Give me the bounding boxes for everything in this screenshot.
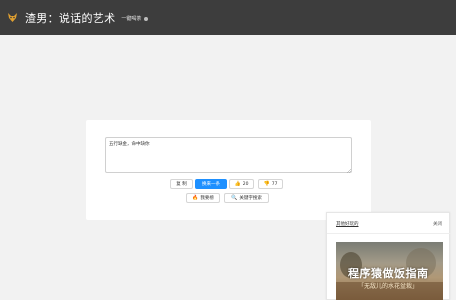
like-count: 20 — [242, 181, 249, 187]
resize-handle-icon[interactable] — [346, 168, 351, 173]
book-title: 程序猿做饭指南 — [348, 267, 429, 280]
hot-ranking-button[interactable]: 🔥 我要榜 — [186, 193, 220, 203]
popup-divider — [327, 233, 451, 234]
main-card: 五行缺金，命中缺你 复 制 换来一条 👍 20 👎 77 🔥 我要榜 🔍 关键字… — [86, 120, 371, 220]
copy-button[interactable]: 复 制 — [170, 179, 193, 189]
sentence-textarea[interactable]: 五行缺金，命中缺你 — [105, 137, 352, 173]
promo-popup: 其他好玩的 关闭 程序猿做饭指南 「无敌儿的水花盆栽」 — [326, 212, 451, 300]
thumbs-up-icon: 👍 — [234, 180, 241, 187]
header-bar: 渣男：说话的艺术 一键喝茶 — [0, 0, 456, 35]
info-icon[interactable] — [144, 16, 149, 21]
like-button[interactable]: 👍 20 — [229, 179, 254, 189]
book-subtitle: 「无敌儿的水花盆栽」 — [358, 283, 419, 290]
popup-title-link[interactable]: 其他好玩的 — [336, 221, 359, 227]
next-button-label: 换来一条 — [202, 182, 220, 187]
book-cover-image[interactable]: 程序猿做饭指南 「无敌儿的水花盆栽」 — [336, 242, 443, 300]
thumbs-down-icon: 👎 — [263, 180, 270, 187]
hot-button-label: 我要榜 — [200, 196, 214, 201]
copy-button-label: 复 制 — [176, 182, 187, 187]
next-sentence-button[interactable]: 换来一条 — [195, 179, 227, 189]
dislike-button[interactable]: 👎 77 — [258, 179, 283, 189]
fox-icon[interactable] — [5, 11, 19, 25]
fire-icon: 🔥 — [192, 194, 199, 201]
header-subtitle-link[interactable]: 一键喝茶 — [121, 15, 141, 22]
search-icon: 🔍 — [231, 194, 238, 201]
dislike-count: 77 — [271, 181, 278, 187]
popup-close-button[interactable]: 关闭 — [433, 221, 442, 227]
app-title: 渣男：说话的艺术 — [25, 11, 116, 25]
search-button-label: 关键字搜索 — [239, 196, 262, 201]
keyword-search-button[interactable]: 🔍 关键字搜索 — [224, 193, 269, 203]
